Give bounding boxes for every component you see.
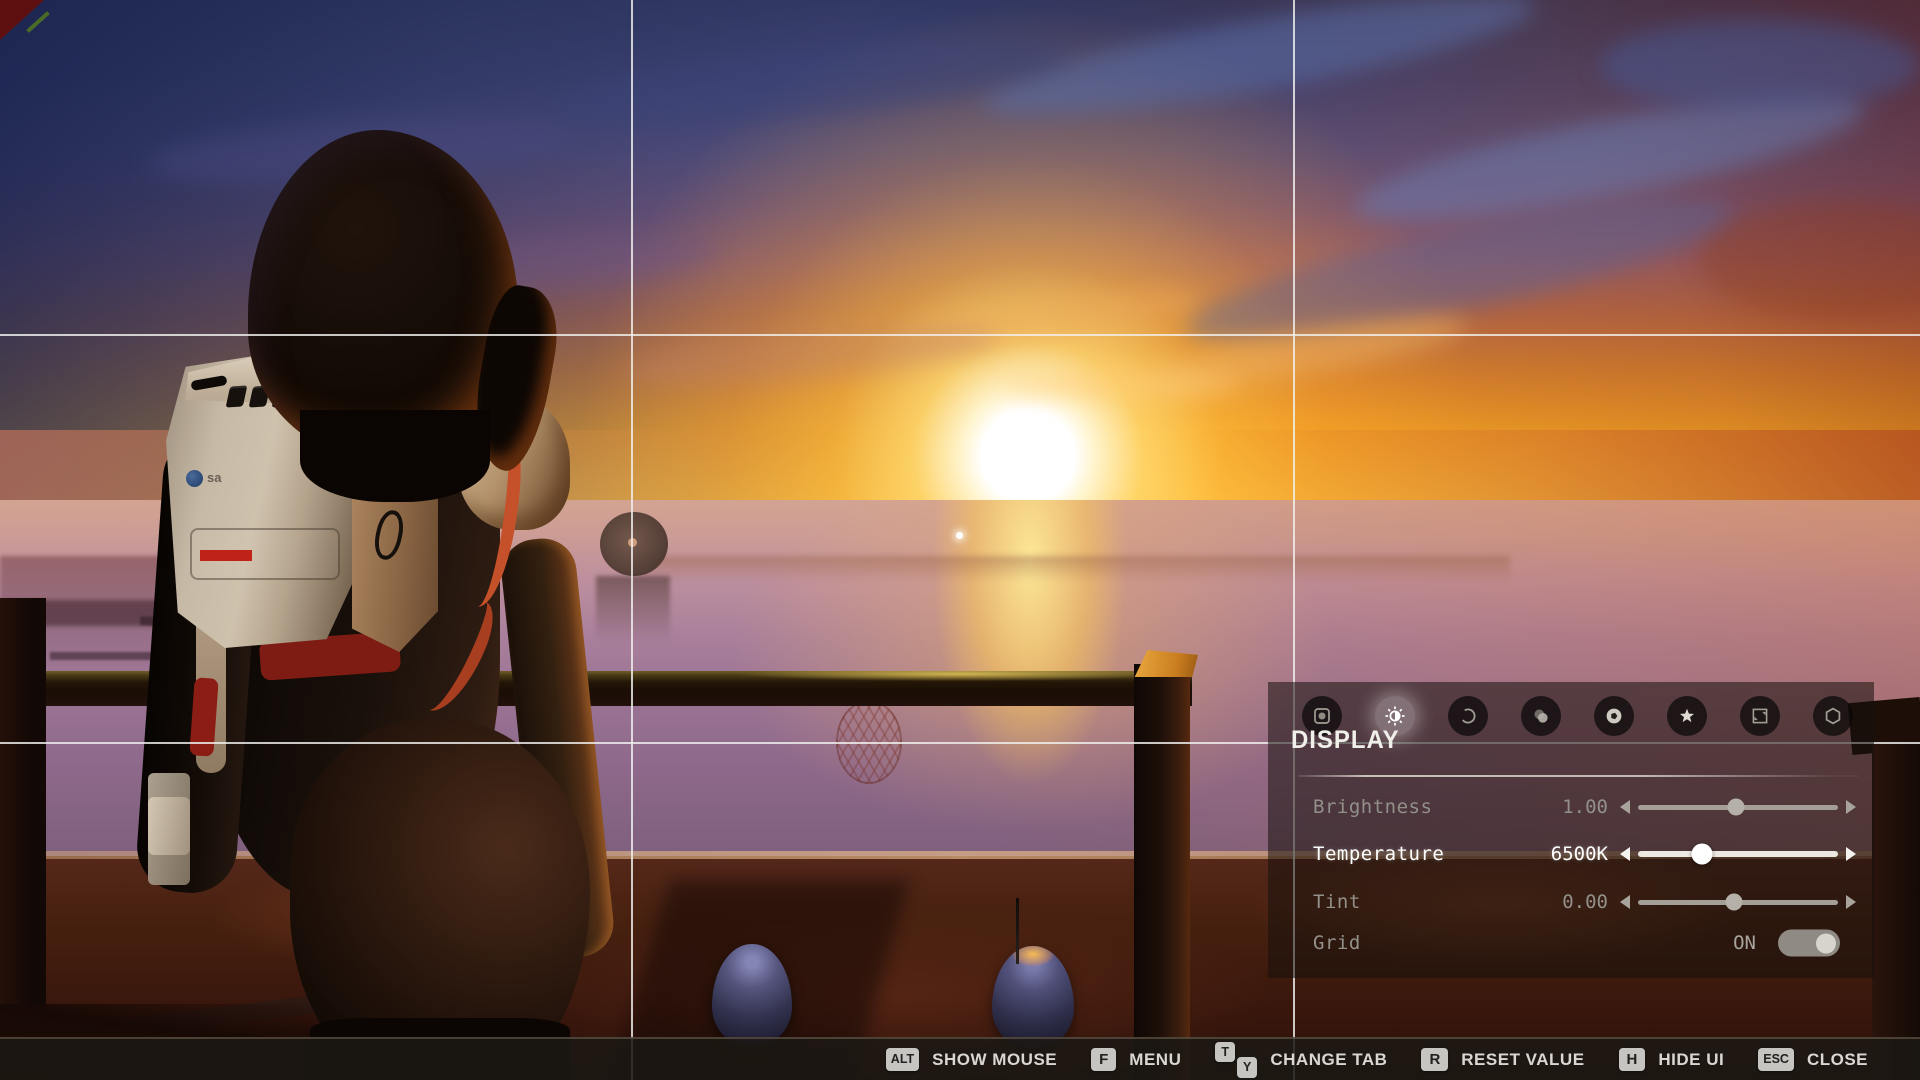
setting-value: 6500K [1551,843,1608,865]
photo-mode-panel: DISPLAY Brightness 1.00 Temperature 6500… [1268,682,1874,978]
panel-title: DISPLAY [1291,726,1400,755]
star-icon[interactable] [1667,696,1707,736]
cloud [1600,20,1920,110]
sun-glint [956,532,963,539]
grid-line-vertical-left [631,0,633,1080]
alt-key-badge: ALT [886,1048,919,1071]
hotkey-bar: ALT SHOW MOUSE F MENU T Y CHANGE TAB R R… [0,1037,1920,1080]
railing-post [1134,664,1190,1080]
setting-row-brightness[interactable]: Brightness 1.00 [1268,786,1874,828]
title-separator [1298,775,1858,777]
decrease-arrow[interactable] [1620,800,1630,814]
photo-mode-screen: sa [0,0,1920,1080]
slider-knob[interactable] [1726,894,1743,911]
setting-row-tint[interactable]: Tint 0.00 [1268,881,1874,923]
backpack-logo-icon [186,470,203,487]
frame-icon[interactable] [1740,696,1780,736]
toggle-state-label: ON [1733,932,1756,954]
hip-device [148,773,190,885]
setting-label: Temperature [1313,843,1444,865]
toggle-knob[interactable] [1816,933,1836,953]
distant-coastline [640,556,1510,582]
slider-knob[interactable] [1728,799,1745,816]
increase-arrow[interactable] [1846,847,1856,861]
grid-line-horizontal-top [0,334,1920,336]
right-structure [1872,742,1920,1080]
character-hair-nape [300,410,490,502]
ty-key-badge: T Y [1215,1042,1257,1078]
h-key-badge: H [1619,1048,1646,1071]
temperature-slider[interactable] [1638,851,1838,857]
r-key-badge: R [1421,1048,1448,1071]
backpack-logo-text: sa [207,470,221,485]
backpack-red-stripe [200,550,252,561]
hint-close: ESC CLOSE [1758,1048,1868,1071]
aperture-icon[interactable] [1594,696,1634,736]
cloud [1000,370,1240,400]
increase-arrow[interactable] [1846,800,1856,814]
slider-knob[interactable] [1692,844,1713,865]
hint-hide-ui: H HIDE UI [1619,1048,1725,1071]
brightness-slider[interactable] [1638,805,1838,810]
increase-arrow[interactable] [1846,895,1856,909]
setting-label: Tint [1313,891,1361,913]
hint-change-tab: T Y CHANGE TAB [1215,1042,1387,1078]
hint-show-mouse: ALT SHOW MOUSE [886,1048,1057,1071]
antenna [1016,898,1019,964]
setting-value: 0.00 [1562,891,1608,913]
f-key-badge: F [1091,1048,1116,1071]
hexagon-icon[interactable] [1813,696,1853,736]
hint-menu: F MENU [1091,1048,1181,1071]
esc-key-badge: ESC [1758,1048,1794,1071]
player-character: sa [140,118,680,1080]
setting-label: Brightness [1313,796,1432,818]
decrease-arrow[interactable] [1620,847,1630,861]
tint-slider[interactable] [1638,900,1838,905]
depth-of-field-icon[interactable] [1521,696,1561,736]
setting-row-temperature[interactable]: Temperature 6500K [1268,833,1874,875]
setting-value: 1.00 [1562,796,1608,818]
hint-reset-value: R RESET VALUE [1421,1048,1584,1071]
vignette-icon[interactable] [1448,696,1488,736]
grid-toggle[interactable] [1778,930,1840,957]
setting-row-grid[interactable]: Grid ON [1268,922,1874,964]
setting-label: Grid [1313,932,1361,954]
carabiner-hook [371,508,407,562]
backpack-vent [226,385,248,407]
decrease-arrow[interactable] [1620,895,1630,909]
